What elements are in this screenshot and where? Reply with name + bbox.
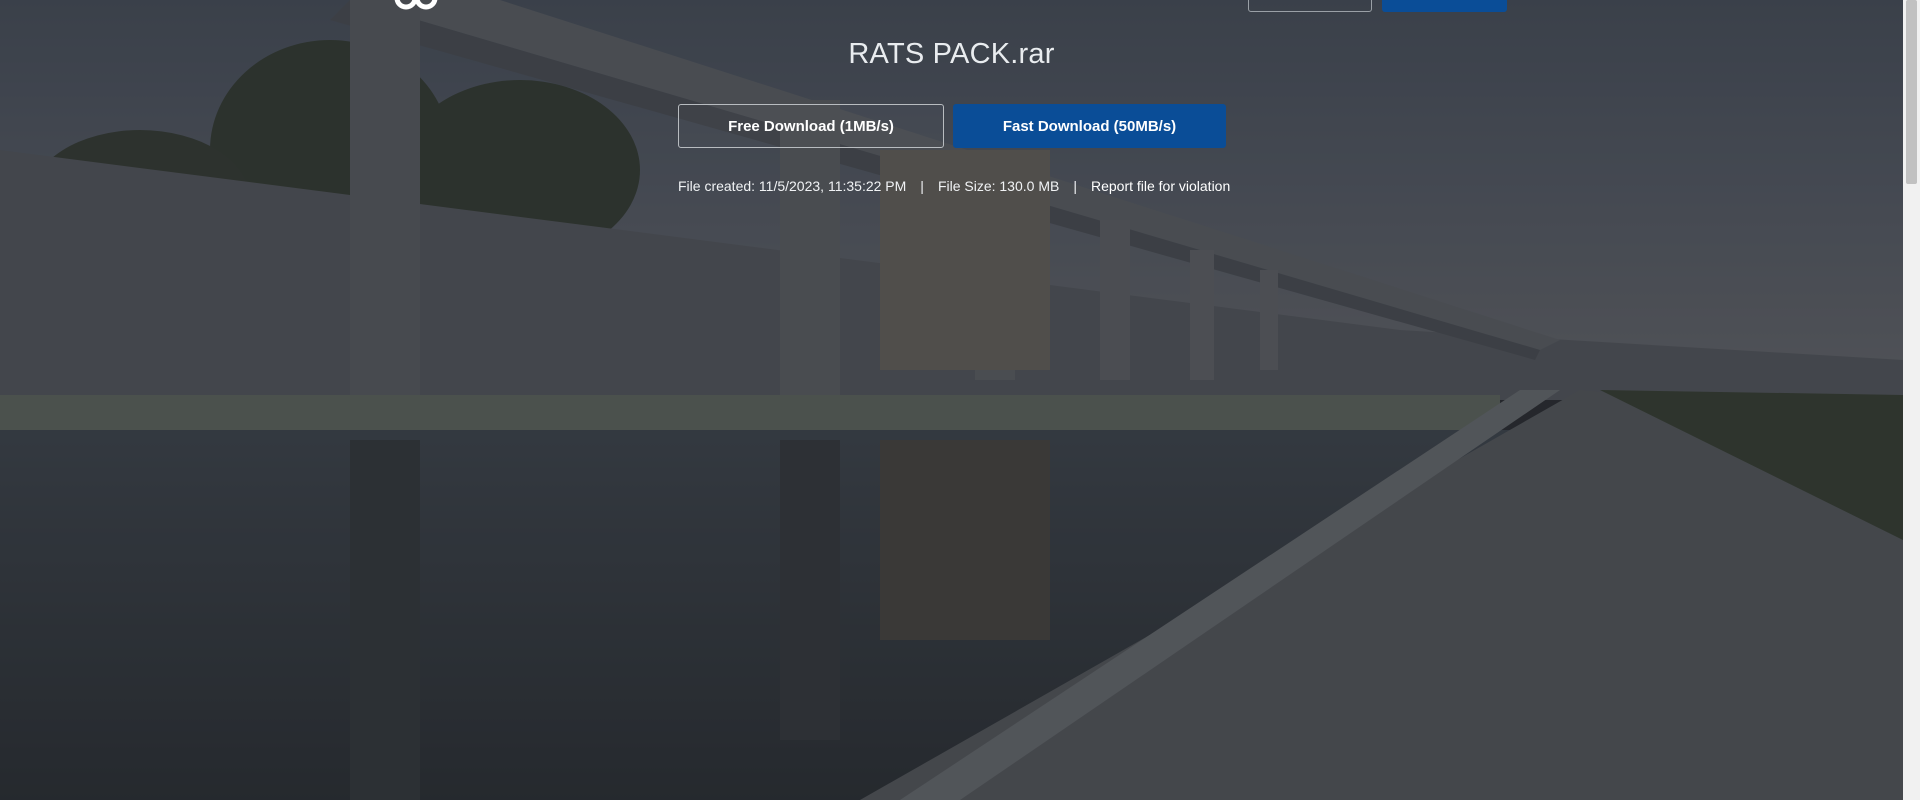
fast-download-button[interactable]: Fast Download (50MB/s) [953,104,1226,148]
file-name-title: RATS PACK.rar [848,38,1055,70]
download-buttons: Free Download (1MB/s) Fast Download (50M… [678,104,1226,148]
free-download-button[interactable]: Free Download (1MB/s) [678,104,944,148]
file-size-label: File Size: 130.0 MB [937,178,1060,194]
separator: | [1073,178,1077,194]
login-button[interactable] [1248,0,1372,12]
brand-logo-icon[interactable] [394,0,442,10]
page-scrollbar[interactable] [1903,0,1920,800]
file-created-label: File created: 11/5/2023, 11:35:22 PM [678,178,907,194]
report-file-link[interactable]: Report file for violation [1091,178,1230,194]
file-meta: File created: 11/5/2023, 11:35:22 PM | F… [678,178,1230,194]
register-button[interactable] [1382,0,1507,12]
separator: | [920,178,924,194]
scrollbar-thumb[interactable] [1906,0,1917,184]
